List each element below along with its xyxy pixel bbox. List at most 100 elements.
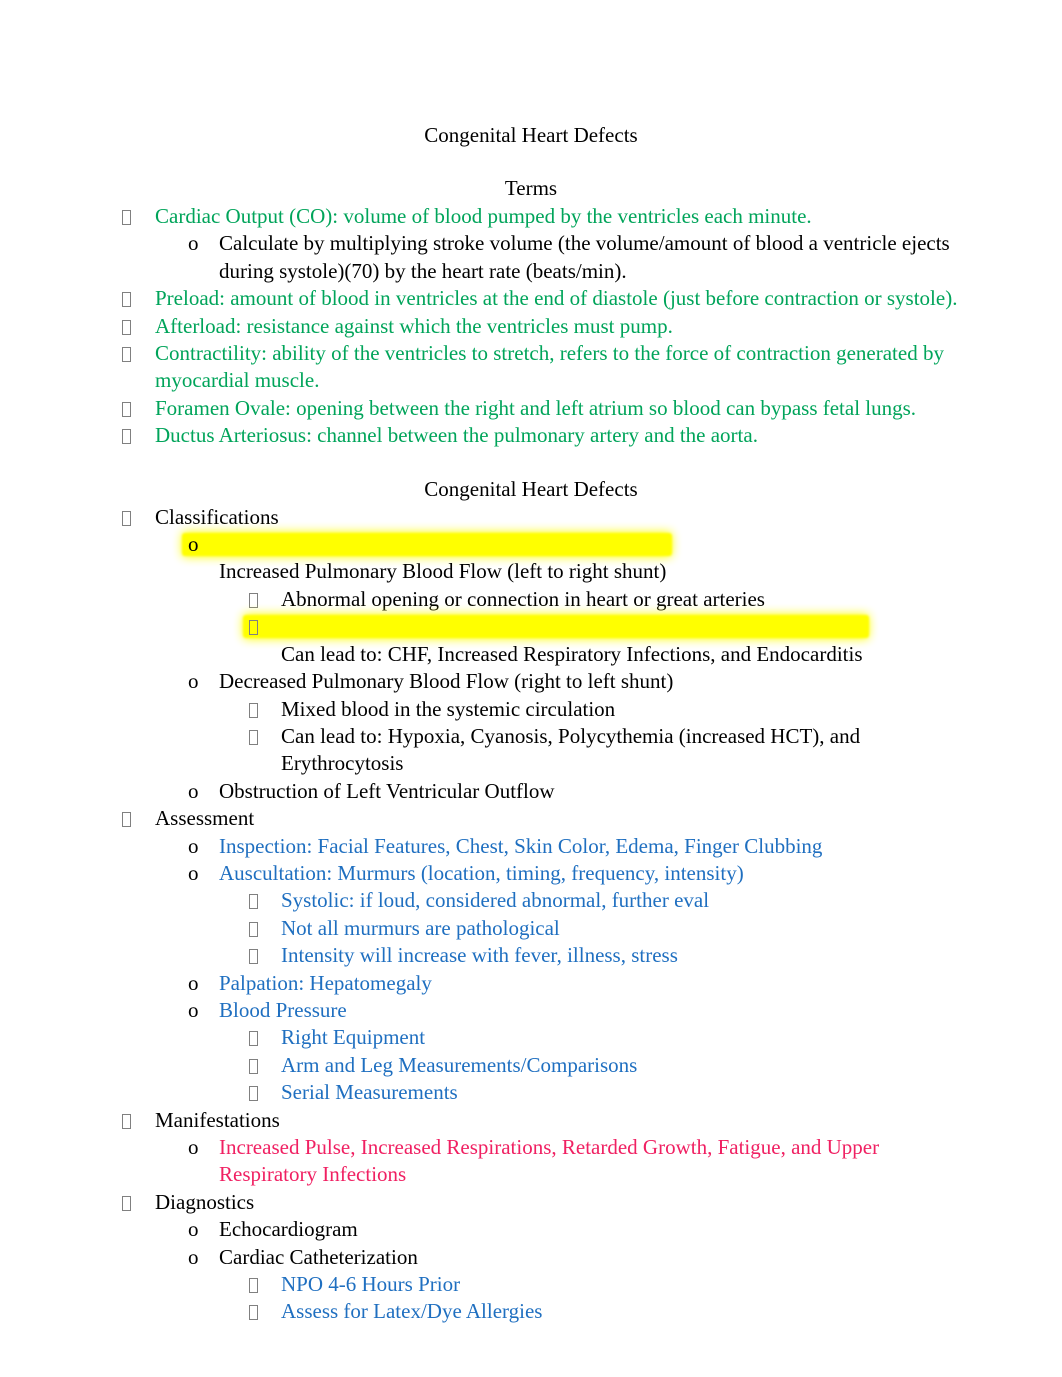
bullet-icon — [249, 887, 258, 914]
bullet-icon — [122, 285, 131, 312]
list-item: Can lead to: Hypoxia, Cyanosis, Polycyth… — [0, 723, 1062, 778]
bullet-icon — [249, 1052, 258, 1079]
list-marker-letter: o — [188, 669, 199, 694]
wingdings-box-icon — [122, 1113, 131, 1129]
list-item: Diagnostics — [0, 1189, 1062, 1216]
page-title: Congenital Heart Defects — [424, 123, 638, 147]
bullet-icon — [122, 313, 131, 340]
list-item: o Calculate by multiplying stroke volume … — [0, 230, 1062, 285]
list-item: Assessment — [0, 805, 1062, 832]
wingdings-box-icon — [122, 292, 131, 308]
list-item-text: Intensity will increase with fever, illn… — [281, 943, 678, 968]
bullet-icon — [249, 696, 258, 723]
document-page: Congenital Heart Defects Terms Cardiac O… — [0, 0, 1062, 1377]
list-item-text: Blood Pressure — [219, 997, 347, 1022]
list-item-text: Arm and Leg Measurements/Comparisons — [281, 1052, 638, 1077]
list-item: Mixed blood in the systemic circulation — [0, 696, 1062, 723]
list-item-text: Foramen Ovale: opening between the right… — [155, 395, 917, 420]
list-item-text: Classifications — [155, 504, 279, 529]
list-item: o Decreased Pulmonary Blood Flow (right t… — [0, 668, 1062, 695]
bullet-icon — [249, 1271, 258, 1298]
list-marker-letter: o — [188, 1217, 199, 1242]
list-item: Assess for Latex/Dye Allergies — [0, 1298, 1062, 1325]
bullet-icon — [122, 395, 131, 422]
bullet-icon — [249, 1079, 258, 1106]
list-item-text: Auscultation: Murmurs (location, timing,… — [219, 860, 744, 885]
list-item-text: Ductus Arteriosus: channel between the p… — [155, 423, 758, 448]
list-item-text: Cardiac Catheterization — [219, 1244, 418, 1269]
bullet-icon — [122, 203, 131, 230]
list-marker-letter: o — [188, 1135, 199, 1159]
bullet-icon — [249, 723, 258, 750]
wingdings-box-icon — [249, 1086, 258, 1102]
list-item: o Increased Pulse, Increased Respirations… — [0, 1134, 1062, 1189]
wingdings-box-icon — [249, 1278, 258, 1294]
list-marker-letter: o — [188, 778, 199, 803]
list-item: Classifications — [0, 504, 1062, 531]
list-item-text: Assess for Latex/Dye Allergies — [281, 1299, 543, 1324]
list-item-text: Inspection: Facial Features, Chest, Skin… — [219, 833, 823, 858]
wingdings-box-icon — [249, 1031, 258, 1047]
bullet-icon — [122, 1107, 131, 1134]
list-item-text: Diagnostics — [155, 1189, 255, 1214]
list-item-text: Mixed blood in the systemic circulation — [281, 696, 616, 721]
list-item: o Auscultation: Murmurs (location, timing… — [0, 860, 1062, 887]
list-item: Serial Measurements — [0, 1079, 1062, 1106]
list-item-text: Afterload: resistance against which the … — [155, 313, 673, 338]
list-marker-letter: o — [188, 231, 199, 256]
bullet-icon — [122, 422, 131, 449]
bullet-icon — [249, 614, 258, 638]
bullet-icon — [249, 942, 258, 969]
wingdings-box-icon — [122, 429, 131, 445]
list-item-text: NPO 4-6 Hours Prior — [281, 1272, 461, 1297]
list-item-text: Calculate by multiplying stroke volume (… — [219, 231, 950, 283]
list-item-text: Assessment — [155, 806, 255, 831]
list-item-text: Decreased Pulmonary Blood Flow (right to… — [219, 669, 674, 694]
list-item: o Inspection: Facial Features, Chest, Ski… — [0, 833, 1062, 860]
wingdings-box-icon — [249, 729, 258, 745]
wingdings-box-icon — [249, 620, 258, 636]
list-item: Not all murmurs are pathological — [0, 915, 1062, 942]
bullet-icon — [249, 586, 258, 613]
list-item: o Echocardiogram — [0, 1216, 1062, 1243]
list-item-text: Can lead to: CHF, Increased Respiratory … — [281, 641, 863, 666]
list-marker-letter: o — [188, 1244, 199, 1269]
list-item: Intensity will increase with fever, illn… — [0, 942, 1062, 969]
list-item-text: Echocardiogram — [219, 1217, 358, 1242]
list-item-text: Manifestations — [155, 1107, 280, 1132]
wingdings-box-icon — [122, 210, 131, 225]
list-item: Cardiac Output (CO): volume of blood pum… — [0, 203, 1062, 230]
bullet-icon — [249, 915, 258, 942]
bullet-icon — [122, 805, 131, 832]
list-item: o Cardiac Catheterization — [0, 1244, 1062, 1271]
list-item: Right Equipment — [0, 1024, 1062, 1051]
list-item-text: Not all murmurs are pathological — [281, 915, 560, 940]
defects-list: Classifications o Increased Pulmonary Bloo… — [0, 504, 1062, 1326]
list-item: o Increased Pulmonary Blood Flow (left to… — [0, 531, 1062, 586]
terms-heading: Terms — [504, 176, 558, 200]
list-item-text: Preload: amount of blood in ventricles a… — [155, 286, 958, 311]
list-item-text: Obstruction of Left Ventricular Outflow — [219, 778, 555, 803]
list-item: Afterload: resistance against which the … — [0, 313, 1062, 340]
list-item-text: Right Equipment — [281, 1025, 426, 1050]
highlight-band-core — [182, 533, 673, 557]
bullet-icon — [249, 1298, 258, 1325]
list-item-text: Contractility: ability of the ventricles… — [155, 341, 944, 393]
bullet-icon — [122, 504, 131, 531]
list-item-text: Abnormal opening or connection in heart … — [281, 586, 765, 611]
terms-list: Cardiac Output (CO): volume of blood pum… — [0, 203, 1062, 450]
list-item: Abnormal opening or connection in heart … — [0, 586, 1062, 613]
wingdings-box-icon — [122, 1195, 131, 1211]
list-item-text: Systolic: if loud, considered abnormal, … — [281, 888, 710, 913]
wingdings-box-icon — [122, 401, 131, 417]
wingdings-box-icon — [249, 949, 258, 965]
wingdings-box-icon — [249, 702, 258, 718]
wingdings-box-icon — [122, 510, 131, 526]
list-item-text: Can lead to: Hypoxia, Cyanosis, Polycyth… — [281, 723, 861, 776]
wingdings-box-icon — [249, 1058, 258, 1074]
list-marker-letter: o — [188, 860, 199, 885]
list-marker-letter: o — [188, 997, 199, 1022]
list-item: Contractility: ability of the ventricles… — [0, 340, 1062, 395]
